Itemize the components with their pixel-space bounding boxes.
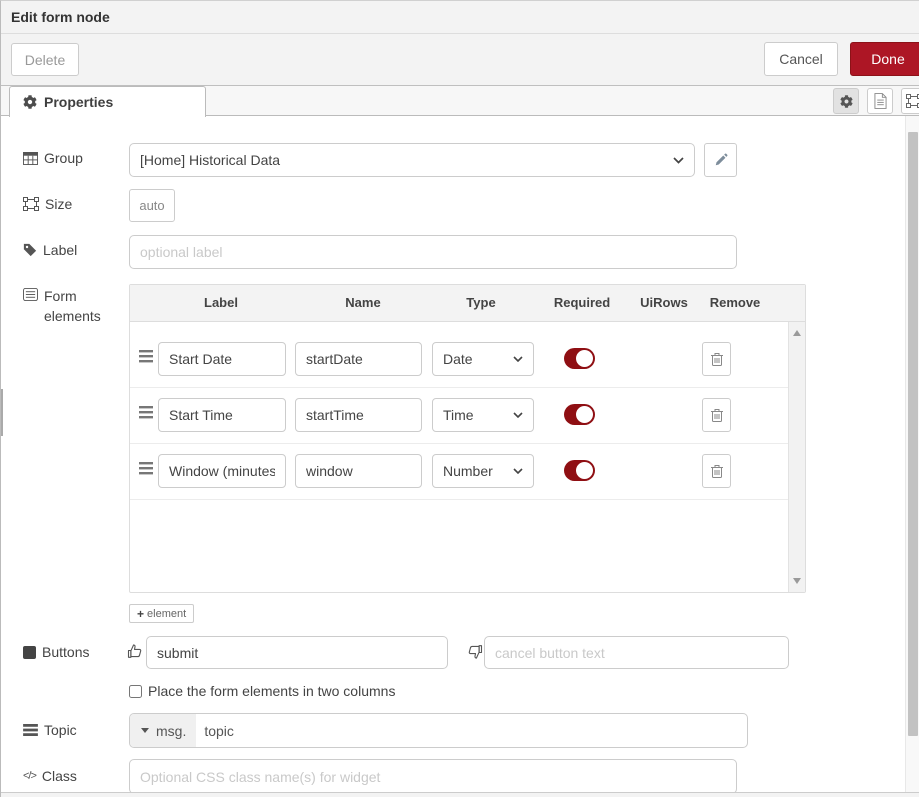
group-label: Group xyxy=(23,150,83,166)
done-button[interactable]: Done xyxy=(850,42,919,76)
description-button[interactable] xyxy=(867,88,893,114)
two-columns-checkbox[interactable] xyxy=(129,685,142,698)
column-header-name: Name xyxy=(345,295,380,310)
group-select[interactable]: [Home] Historical Data xyxy=(129,143,695,177)
caret-down-icon xyxy=(141,728,149,733)
tag-icon xyxy=(23,243,37,257)
row-separator xyxy=(130,387,788,388)
square-icon xyxy=(23,646,36,659)
element-type-select[interactable]: Date xyxy=(432,342,534,376)
element-name-input[interactable] xyxy=(295,398,422,432)
remove-row-button[interactable] xyxy=(702,454,731,488)
drag-handle-icon[interactable] xyxy=(139,406,153,419)
topic-type-label: msg. xyxy=(156,723,186,739)
element-label-input[interactable] xyxy=(158,398,286,432)
two-columns-checkbox-label[interactable]: Place the form elements in two columns xyxy=(148,683,395,699)
edit-form-node-dialog: Edit form node Delete Cancel Done Proper… xyxy=(0,0,919,797)
column-header-label: Label xyxy=(204,295,238,310)
size-label: Size xyxy=(23,196,72,212)
chevron-down-icon xyxy=(513,412,523,418)
row-separator xyxy=(130,499,788,500)
trash-icon xyxy=(711,464,723,478)
chevron-down-icon xyxy=(513,468,523,474)
scroll-up-icon[interactable] xyxy=(793,330,801,336)
thumbs-up-icon xyxy=(127,643,143,659)
chevron-down-icon xyxy=(513,356,523,362)
thumbs-down-icon xyxy=(467,644,483,660)
drag-handle-icon[interactable] xyxy=(139,462,153,475)
panel-scrollbar[interactable] xyxy=(905,116,919,797)
remove-row-button[interactable] xyxy=(702,398,731,432)
required-toggle[interactable] xyxy=(564,460,595,481)
topic-value[interactable]: topic xyxy=(196,714,234,747)
cancel-button-text-input[interactable] xyxy=(484,636,789,669)
table-scrollbar[interactable] xyxy=(788,322,805,592)
column-header-type: Type xyxy=(466,295,495,310)
class-input[interactable] xyxy=(129,759,737,794)
add-element-button[interactable]: + element xyxy=(129,604,194,623)
object-group-icon xyxy=(906,94,919,108)
delete-button[interactable]: Delete xyxy=(11,43,79,76)
group-edit-button[interactable] xyxy=(704,143,737,177)
trash-icon xyxy=(711,408,723,422)
column-header-uirows: UiRows xyxy=(640,295,688,310)
topic-type-selector[interactable]: msg. xyxy=(130,714,196,747)
plus-icon: + xyxy=(137,607,144,621)
table-header: Label Name Type Required UiRows Remove xyxy=(130,285,805,322)
form-elements-table: Label Name Type Required UiRows Remove D… xyxy=(129,284,806,593)
topic-label: Topic xyxy=(23,722,77,738)
file-text-icon xyxy=(874,93,887,109)
tab-properties-label: Properties xyxy=(44,94,113,110)
object-group-icon xyxy=(23,197,39,211)
group-select-value: [Home] Historical Data xyxy=(140,152,280,168)
gear-icon xyxy=(23,95,37,109)
element-type-select[interactable]: Number xyxy=(432,454,534,488)
cancel-button[interactable]: Cancel xyxy=(764,42,838,76)
table-body: Date xyxy=(130,322,805,592)
element-label-input[interactable] xyxy=(158,342,286,376)
properties-panel: Group [Home] Historical Data Size auto xyxy=(1,116,919,797)
tasks-icon xyxy=(23,724,38,736)
dialog-footer xyxy=(1,792,919,797)
dialog-title: Edit form node xyxy=(11,9,110,25)
required-toggle[interactable] xyxy=(564,348,595,369)
element-label-input[interactable] xyxy=(158,454,286,488)
form-elements-label: Form elements xyxy=(23,286,109,327)
column-header-required: Required xyxy=(554,295,610,310)
code-icon: </> xyxy=(23,770,36,782)
class-label: </> Class xyxy=(23,768,77,784)
tab-strip: Properties xyxy=(1,86,919,116)
tray-resize-grip[interactable] xyxy=(1,389,3,436)
table-icon xyxy=(23,152,38,165)
scroll-down-icon[interactable] xyxy=(793,578,801,584)
dialog-header: Edit form node xyxy=(1,1,919,34)
size-button[interactable]: auto xyxy=(129,189,175,222)
submit-button-text-input[interactable] xyxy=(146,636,448,669)
appearance-button[interactable] xyxy=(901,88,919,114)
trash-icon xyxy=(711,352,723,366)
list-alt-icon xyxy=(23,288,38,301)
label-input[interactable] xyxy=(129,235,737,269)
gear-icon xyxy=(840,95,853,108)
topic-typed-input[interactable]: msg. topic xyxy=(129,713,748,748)
label-field-label: Label xyxy=(23,242,77,258)
drag-handle-icon[interactable] xyxy=(139,350,153,363)
buttons-label: Buttons xyxy=(23,644,89,660)
tab-properties[interactable]: Properties xyxy=(9,86,206,117)
column-header-remove: Remove xyxy=(710,295,761,310)
element-name-input[interactable] xyxy=(295,342,422,376)
required-toggle[interactable] xyxy=(564,404,595,425)
element-type-select[interactable]: Time xyxy=(432,398,534,432)
row-separator xyxy=(130,443,788,444)
properties-view-button[interactable] xyxy=(833,88,859,114)
scrollbar-thumb[interactable] xyxy=(908,132,918,736)
element-name-input[interactable] xyxy=(295,454,422,488)
remove-row-button[interactable] xyxy=(702,342,731,376)
chevron-down-icon xyxy=(673,157,684,164)
pencil-icon xyxy=(714,153,728,167)
dialog-toolbar: Delete Cancel Done xyxy=(1,34,919,86)
